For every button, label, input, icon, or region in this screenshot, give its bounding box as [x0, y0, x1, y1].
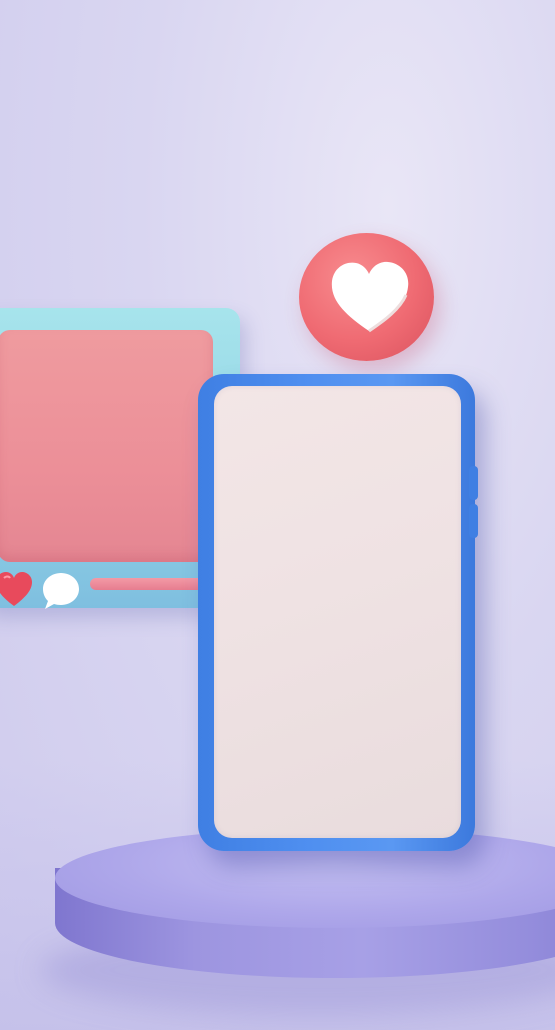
speech-bubble-icon [43, 573, 79, 609]
phone-side-button [469, 466, 478, 500]
post-image-placeholder [0, 330, 213, 562]
smartphone [198, 374, 478, 851]
scene [0, 0, 555, 1030]
phone-side-button [469, 504, 478, 538]
like-notification-badge [299, 233, 434, 361]
heart-icon [331, 261, 409, 333]
heart-icon [0, 572, 32, 606]
phone-screen-blank [214, 386, 461, 838]
